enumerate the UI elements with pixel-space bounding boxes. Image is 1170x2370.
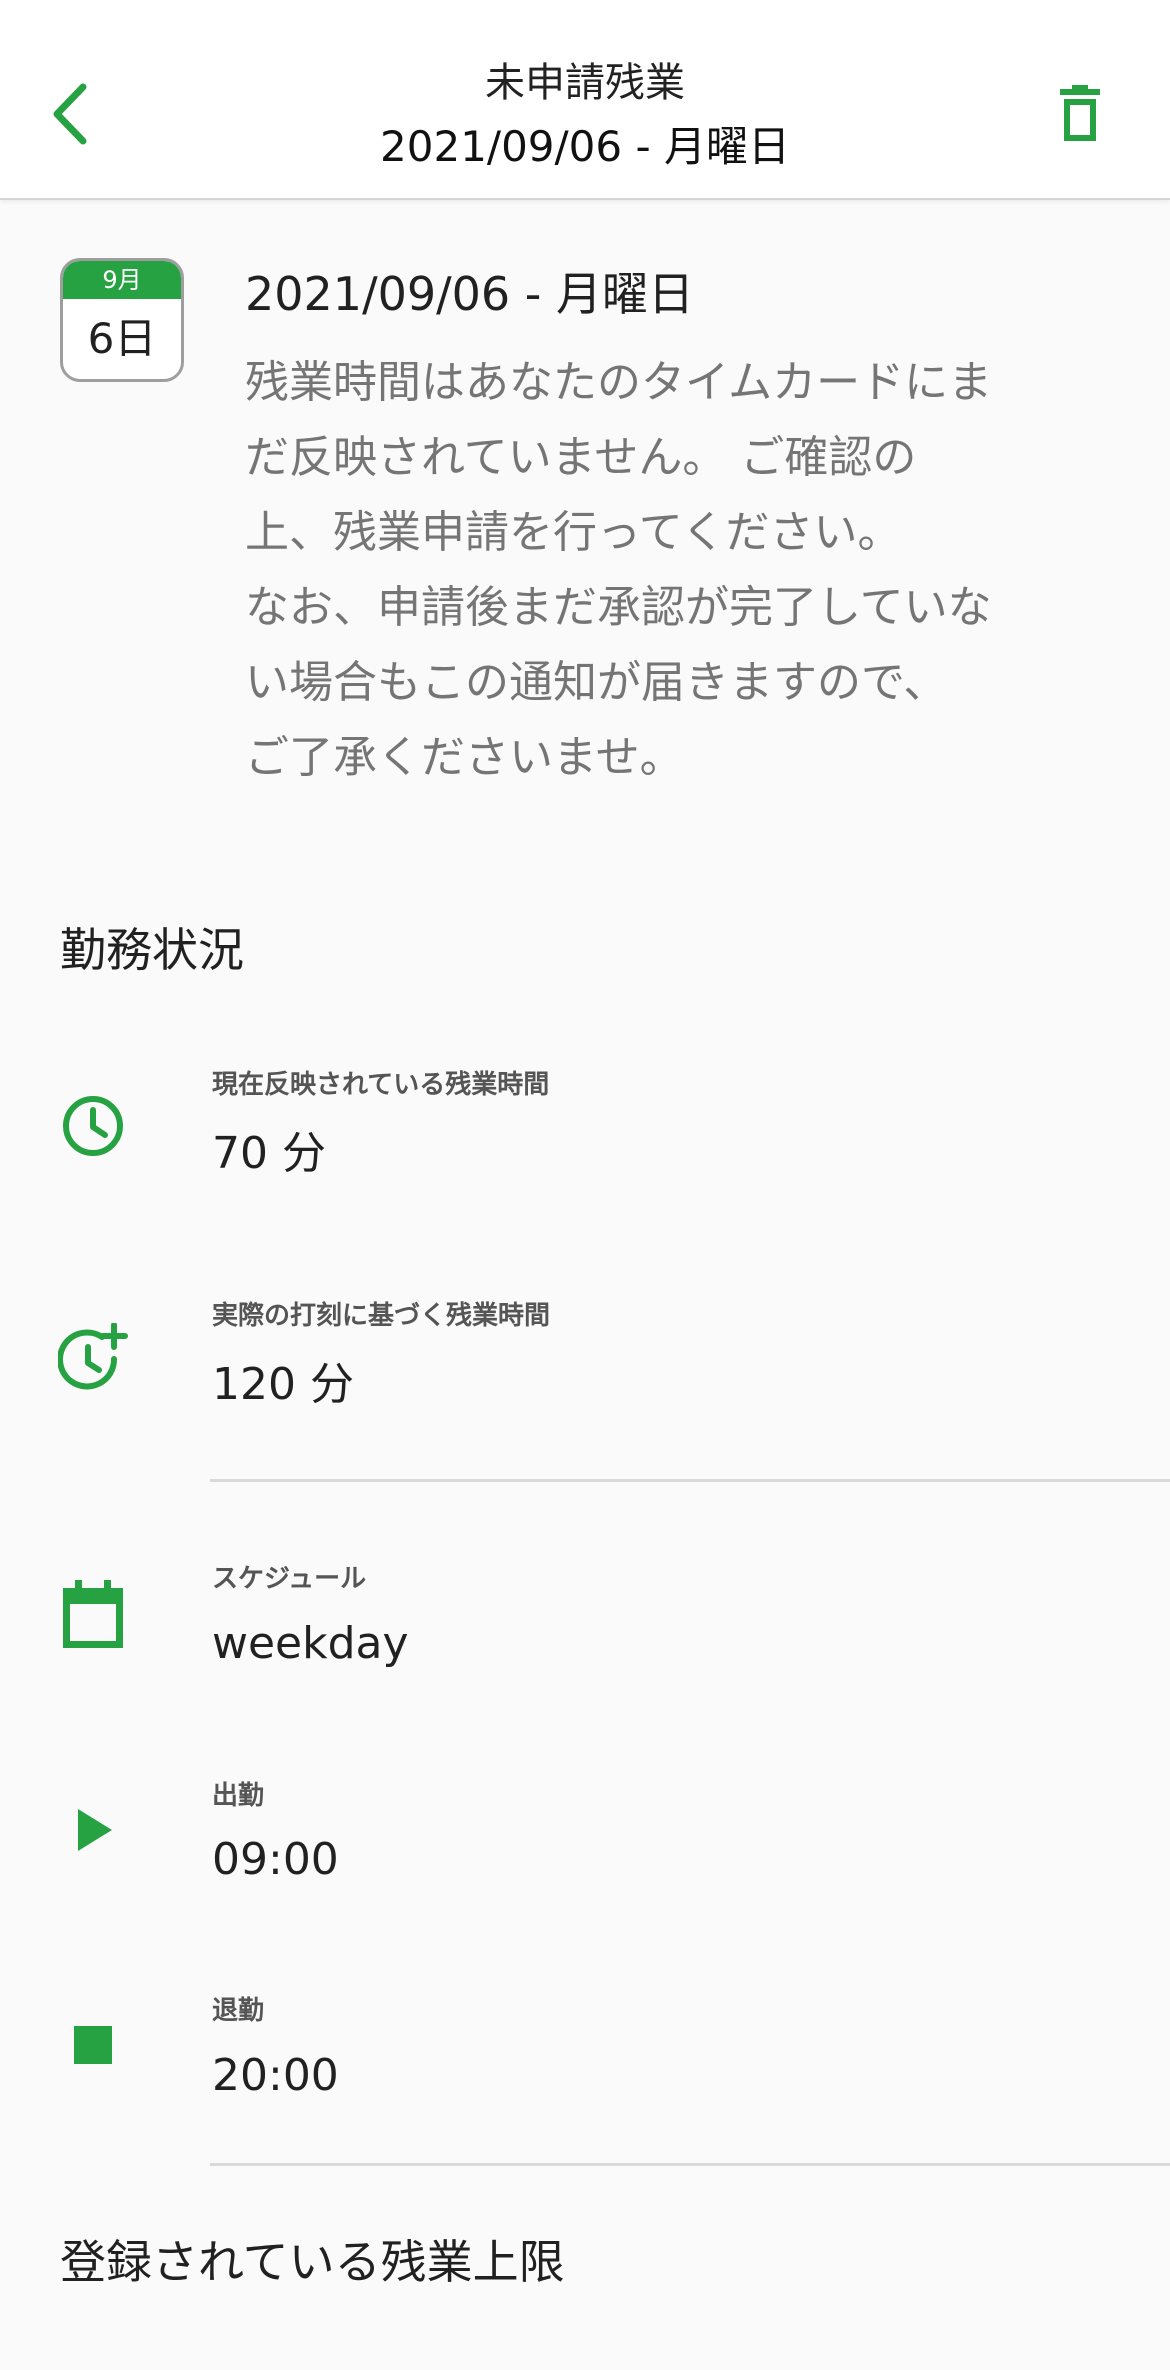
notice-date: 2021/09/06 - 月曜日 xyxy=(245,267,694,321)
delete-button[interactable] xyxy=(1030,70,1130,160)
chevron-left-icon xyxy=(53,83,87,145)
app-header: 未申請残業 2021/09/06 - 月曜日 xyxy=(0,0,1170,200)
back-button[interactable] xyxy=(30,60,110,168)
section-title-work-status: 勤務状況 xyxy=(60,923,244,977)
calendar-month: 9月 xyxy=(63,261,181,299)
actual-overtime-label: 実際の打刻に基づく残業時間 xyxy=(212,1301,551,1331)
current-overtime-label: 現在反映されている残業時間 xyxy=(212,1070,550,1100)
actual-overtime-value: 120 分 xyxy=(212,1359,354,1410)
clock-out-value: 20:00 xyxy=(212,2050,339,2101)
notice-message: 残業時間はあなたのタイムカードにま だ反映されていません。 ご確認の 上、残業申… xyxy=(245,357,993,783)
clock-plus-icon xyxy=(58,1323,128,1393)
play-icon xyxy=(58,1795,128,1865)
calendar-badge: 9月 6日 xyxy=(60,258,184,382)
clock-in-label: 出勤 xyxy=(212,1781,265,1811)
clock-out-label: 退勤 xyxy=(212,1996,265,2026)
stop-icon xyxy=(58,2010,128,2080)
calendar-icon xyxy=(58,1580,128,1650)
page-title: 未申請残業 xyxy=(485,60,685,106)
clock-icon xyxy=(58,1091,128,1161)
divider xyxy=(210,2163,1170,2166)
schedule-value: weekday xyxy=(212,1618,409,1669)
page-subtitle: 2021/09/06 - 月曜日 xyxy=(380,122,790,171)
schedule-label: スケジュール xyxy=(212,1564,367,1594)
trash-icon xyxy=(1060,85,1100,141)
clock-in-value: 09:00 xyxy=(212,1834,339,1885)
current-overtime-value: 70 分 xyxy=(212,1128,326,1179)
divider xyxy=(210,1479,1170,1482)
calendar-day: 6日 xyxy=(87,314,157,363)
section-title-overtime-limit: 登録されている残業上限 xyxy=(60,2235,565,2289)
